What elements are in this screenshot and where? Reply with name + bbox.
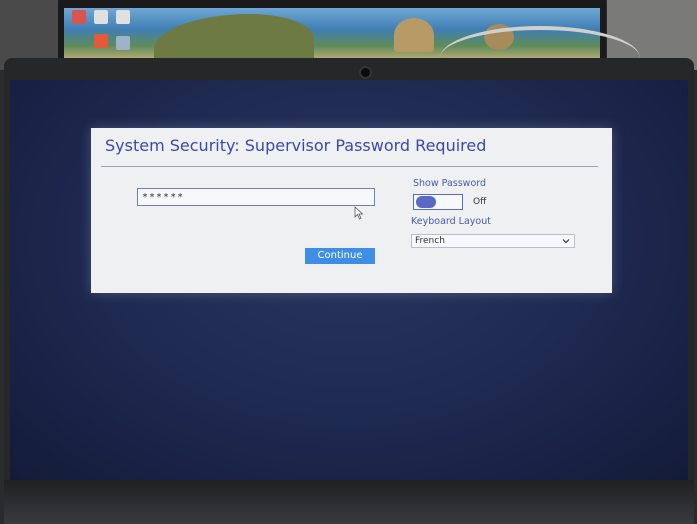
webcam-icon <box>359 66 372 79</box>
desktop-icon <box>94 34 108 48</box>
desktop-icon <box>116 10 130 24</box>
wallpaper-hill <box>154 14 314 62</box>
dialog-title: System Security: Supervisor Password Req… <box>105 136 487 155</box>
show-password-state: Off <box>473 197 487 207</box>
mouse-pointer-icon <box>354 206 364 220</box>
supervisor-password-dialog: System Security: Supervisor Password Req… <box>91 128 612 293</box>
desktop-icon <box>72 10 86 24</box>
show-password-label: Show Password <box>413 178 487 189</box>
wallpaper-rock <box>394 18 434 52</box>
desktop-icon <box>94 10 108 24</box>
continue-button[interactable]: Continue <box>305 248 375 264</box>
laptop-bezel <box>4 480 694 524</box>
keyboard-layout-label: Keyboard Layout <box>411 216 491 227</box>
show-password-toggle[interactable] <box>413 194 463 210</box>
desktop-icon <box>116 36 130 50</box>
title-divider <box>101 166 598 167</box>
keyboard-layout-value: French <box>415 236 445 246</box>
chevron-down-icon <box>562 239 570 244</box>
toggle-knob <box>416 196 436 208</box>
password-input[interactable]: ****** <box>137 188 375 206</box>
keyboard-layout-select[interactable]: French <box>411 234 575 248</box>
